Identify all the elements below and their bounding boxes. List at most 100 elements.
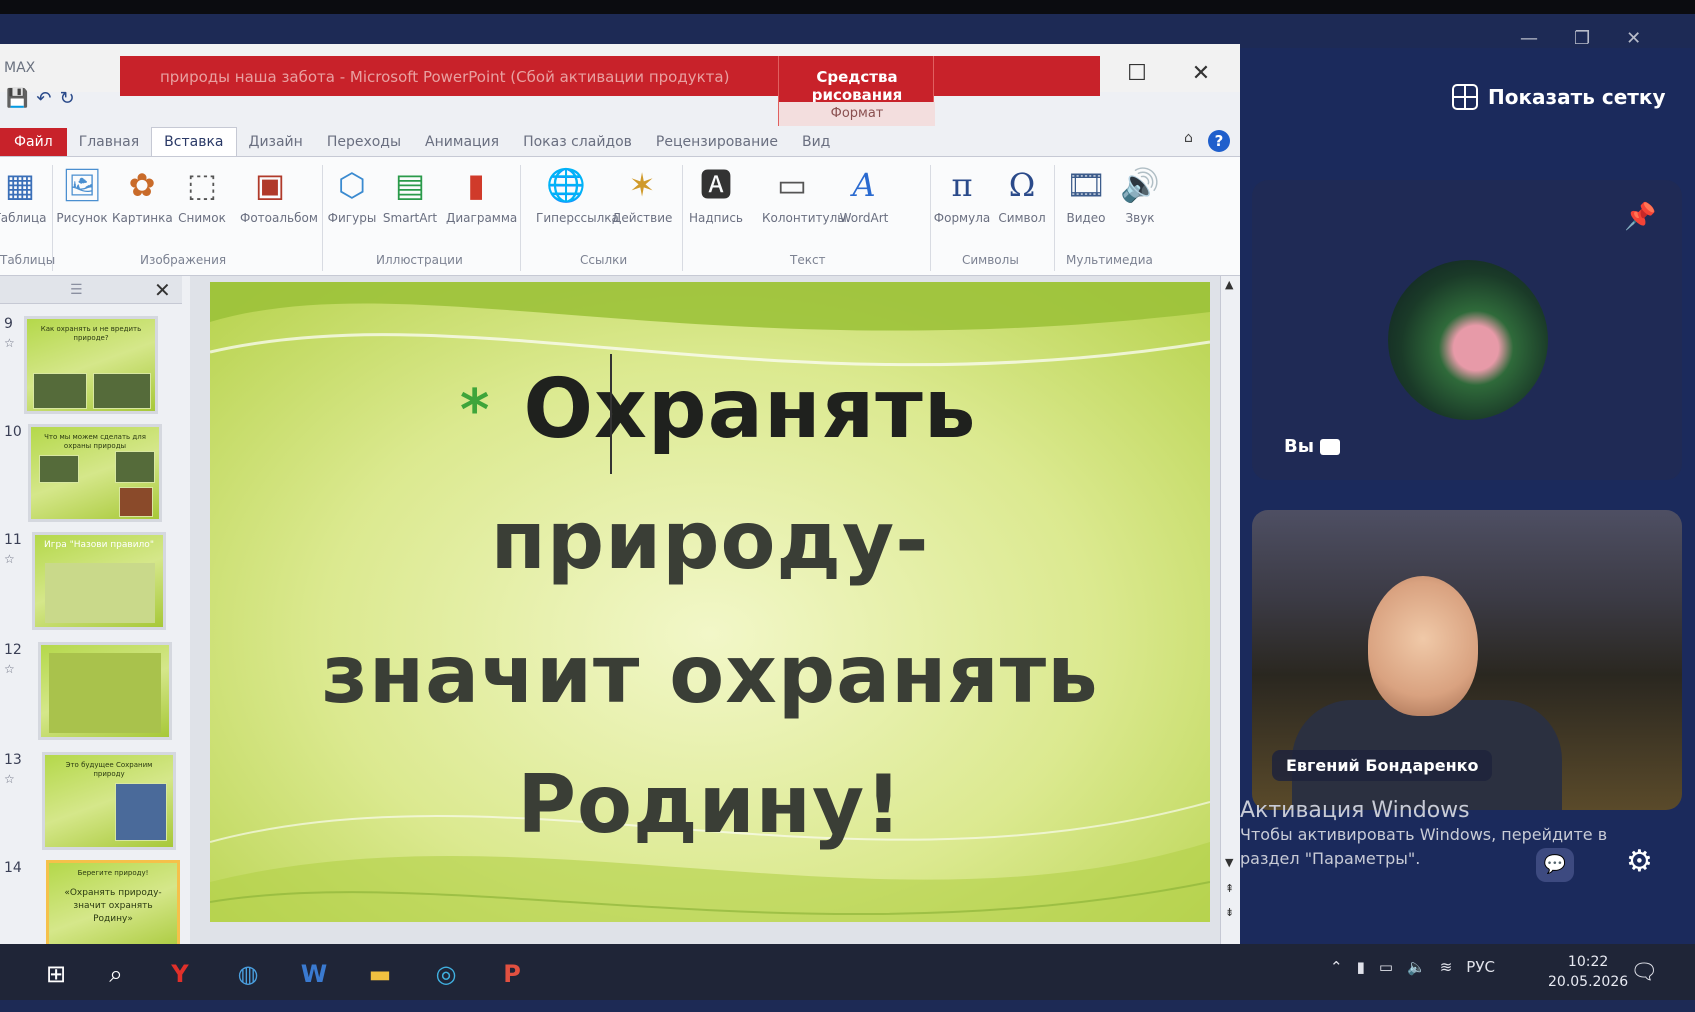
self-video-tile[interactable]: 📌 Вы [1252, 180, 1682, 480]
group-illustrations: Иллюстрации [376, 253, 463, 267]
pin-icon[interactable]: 📌 [1624, 202, 1656, 232]
usb-icon[interactable]: ▮ [1357, 958, 1365, 976]
yandex-browser-icon[interactable]: Y [162, 956, 198, 992]
action-button[interactable]: ✶ Действие [612, 165, 672, 225]
photoalbum-button[interactable]: ▣ Фотоальбом [240, 165, 318, 225]
self-avatar [1388, 260, 1548, 420]
save-icon[interactable]: 💾 [6, 88, 28, 109]
drawing-tools-tab-group[interactable]: Средства рисования Формат [778, 56, 935, 126]
screen-share-icon [1320, 438, 1340, 455]
animation-star-icon: ☆ [4, 552, 15, 566]
participant-video-tile[interactable]: Евгений Бондаренко [1252, 510, 1682, 810]
slide-number: 9 [4, 316, 13, 332]
undo-icon[interactable]: ↶ [36, 88, 51, 109]
close-panel-icon[interactable]: ✕ [154, 278, 171, 302]
search-icon[interactable]: ⌕ [98, 956, 134, 992]
help-icon[interactable]: ? [1208, 130, 1230, 152]
notifications-icon[interactable]: 🗨 [1630, 960, 1658, 985]
smartart-button[interactable]: ▤ SmartArt [380, 165, 440, 225]
previous-slide-icon[interactable]: ⇞ [1225, 882, 1234, 895]
taskbar: ⊞ ⌕ Y ◍ W ▬ ◎ P ⌃ ▮ ▭ 🔈 ≋ РУС 10:22 20.0… [0, 944, 1695, 1000]
thumbnail-icons [45, 563, 155, 623]
restore-icon[interactable]: ❐ [1574, 28, 1590, 49]
show-grid-button[interactable]: Показать сетку [1452, 84, 1666, 110]
header-footer-icon: ▭ [776, 166, 808, 204]
chart-button[interactable]: ▮ Диаграмма [446, 165, 517, 225]
screenshot-icon: ⬚ [186, 166, 218, 204]
collapse-ribbon-icon[interactable]: ⌂ [1184, 130, 1193, 146]
clock[interactable]: 10:22 20.05.2026 [1548, 952, 1628, 992]
thumbnail-photo [119, 487, 153, 517]
tab-home[interactable]: Главная [67, 134, 151, 156]
thumbnail-photo [115, 783, 167, 841]
zoom-app-icon[interactable]: ◎ [428, 956, 464, 992]
wordart-button[interactable]: A WordArt [834, 165, 894, 225]
tab-design[interactable]: Дизайн [237, 134, 315, 156]
next-slide-icon[interactable]: ⇟ [1225, 906, 1234, 919]
tab-insert[interactable]: Вставка [151, 127, 237, 156]
slide-thumbnail[interactable]: Как охранять и не вредить природе? [24, 316, 158, 414]
participant-face [1368, 576, 1478, 716]
textbox-icon: 🅰 [699, 166, 732, 204]
word-icon[interactable]: W [296, 956, 332, 992]
powerpoint-window: MAX природы наша забота - Microsoft Powe… [0, 44, 1240, 958]
wifi-icon[interactable]: ≋ [1440, 958, 1453, 976]
tab-animation[interactable]: Анимация [413, 134, 511, 156]
clipart-button[interactable]: ✿ Картинка [112, 165, 173, 225]
textbox-button[interactable]: 🅰 Надпись [686, 165, 746, 225]
tab-view[interactable]: Вид [790, 134, 842, 156]
bar-chart-icon: ▮ [467, 166, 485, 204]
minimize-icon[interactable]: — [1520, 28, 1538, 49]
slide-canvas[interactable]: * Охранять природу- значит охранять Роди… [210, 282, 1210, 922]
slide-thumbnail[interactable]: Это будущее Сохраним природу [42, 752, 176, 850]
language-indicator[interactable]: РУС [1466, 958, 1495, 976]
chevron-up-icon[interactable]: ⌃ [1330, 958, 1343, 976]
picture-icon: 🖼 [61, 166, 103, 204]
battery-icon[interactable]: ▭ [1379, 958, 1393, 976]
slide-text-line[interactable]: Охранять [210, 362, 1210, 457]
tab-file[interactable]: Файл [0, 128, 67, 156]
tab-slideshow[interactable]: Показ слайдов [511, 134, 644, 156]
slide-text-line[interactable]: значит охранять [210, 628, 1210, 721]
separator [1054, 165, 1055, 271]
slide-text-line[interactable]: природу- [210, 494, 1210, 587]
photoalbum-icon: ▣ [254, 166, 286, 204]
slide-thumbnail[interactable] [38, 642, 172, 740]
file-explorer-icon[interactable]: ▬ [362, 956, 398, 992]
tab-review[interactable]: Рецензирование [644, 134, 790, 156]
desktop-screen: MAX природы наша забота - Microsoft Powe… [0, 14, 1695, 1012]
audio-button[interactable]: 🔊 Звук [1110, 165, 1170, 225]
ribbon: ▦ Таблица 🖼 Рисунок ✿ Картинка ⬚ Снимок … [0, 156, 1240, 276]
maximize-icon[interactable]: ☐ [1112, 56, 1162, 92]
slide-thumbnail[interactable]: Игра "Назови правило" [32, 532, 166, 630]
slide-text-line[interactable]: Родину! [210, 758, 1210, 851]
screenshot-button[interactable]: ⬚ Снимок [172, 165, 232, 225]
app-icon[interactable]: ◍ [230, 956, 266, 992]
tab-format[interactable]: Формат [779, 102, 935, 126]
powerpoint-icon[interactable]: P [494, 956, 530, 992]
app-name: MAX [4, 60, 36, 76]
hyperlink-button[interactable]: 🌐 Гиперссылка [536, 165, 619, 225]
close-window-icon[interactable]: ✕ [1626, 28, 1641, 49]
meeting-window-controls: — ❐ ✕ [1520, 28, 1641, 49]
shapes-button[interactable]: ⬡ Фигуры [322, 165, 382, 225]
redo-icon[interactable]: ↻ [60, 88, 75, 109]
thumbnail-icons [49, 653, 161, 733]
tab-transitions[interactable]: Переходы [315, 134, 413, 156]
scroll-down-icon[interactable]: ▼ [1225, 856, 1233, 869]
outline-tab-icon[interactable]: ☰ [70, 282, 83, 298]
shapes-icon: ⬡ [338, 166, 366, 204]
symbol-button[interactable]: Ω Символ [992, 165, 1052, 225]
table-button[interactable]: ▦ Таблица [0, 165, 50, 225]
scroll-up-icon[interactable]: ▲ [1225, 278, 1233, 291]
windows-start-icon[interactable]: ⊞ [38, 956, 74, 992]
vertical-scrollbar[interactable]: ▲ ▼ ⇞ ⇟ [1220, 276, 1240, 954]
slide-thumbnail[interactable]: Что мы можем сделать для охраны природы [28, 424, 162, 522]
header-footer-button[interactable]: ▭ Колонтитулы [762, 165, 847, 225]
volume-icon[interactable]: 🔈 [1407, 958, 1426, 976]
close-icon[interactable]: ✕ [1176, 56, 1226, 92]
picture-button[interactable]: 🖼 Рисунок [52, 165, 112, 225]
pi-icon: π [951, 166, 973, 204]
equation-button[interactable]: π Формула [932, 165, 992, 225]
video-button[interactable]: 🎞 Видео [1056, 165, 1116, 225]
